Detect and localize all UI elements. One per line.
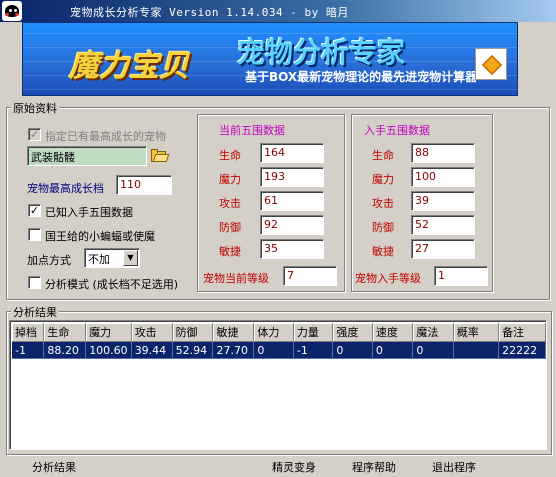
table-cell: 52.94 <box>172 341 214 359</box>
current-level-label: 宠物当前等级 <box>203 272 269 285</box>
analysis-mode-checkbox[interactable] <box>28 276 41 289</box>
column-header[interactable]: 防御 <box>172 323 214 342</box>
current-stats-title: 当前五围数据 <box>219 124 285 137</box>
table-cell: 0 <box>253 341 294 359</box>
add-point-label: 加点方式 <box>27 254 71 267</box>
current-stat-label: 攻击 <box>219 197 241 210</box>
game-logo: 魔力宝贝 <box>69 49 189 84</box>
current-stat-input[interactable]: 164 <box>260 143 324 163</box>
box-icon <box>475 48 507 80</box>
initial-stat-label: 攻击 <box>372 197 394 210</box>
column-header[interactable]: 体力 <box>253 323 294 342</box>
initial-stats-title: 入手五围数据 <box>364 124 430 137</box>
column-header[interactable]: 强度 <box>332 323 373 342</box>
initial-stat-label: 生命 <box>372 149 394 162</box>
add-point-value: 不加 <box>88 253 110 266</box>
king-bat-label: 国王给的小蝙蝠或使魔 <box>45 230 155 243</box>
initial-level-label: 宠物入手等级 <box>355 272 421 285</box>
current-stat-label: 防御 <box>219 221 241 234</box>
column-header[interactable]: 敏捷 <box>212 323 255 342</box>
menu-help[interactable]: 程序帮助 <box>352 459 396 475</box>
banner: 魔力宝贝 宠物分析专家 基于BOX最新宠物理论的最先进宠物计算器 <box>22 22 518 96</box>
initial-stat-label: 防御 <box>372 221 394 234</box>
initial-stat-input[interactable]: 39 <box>411 191 475 211</box>
column-header[interactable]: 概率 <box>453 323 500 342</box>
current-stat-label: 生命 <box>219 149 241 162</box>
column-header[interactable]: 掉档 <box>12 323 45 342</box>
menu-elf-transform[interactable]: 精灵变身 <box>272 459 316 475</box>
initial-stat-label: 敏捷 <box>372 245 394 258</box>
max-growth-label: 宠物最高成长档 <box>27 182 104 195</box>
specify-max-growth-label: 指定已有最高成长的宠物 <box>45 130 166 143</box>
original-data-group-label: 原始资料 <box>11 100 59 116</box>
current-stat-input[interactable]: 35 <box>260 239 324 259</box>
table-cell: 0 <box>372 341 414 359</box>
specify-max-growth-checkbox[interactable]: ✓ <box>28 128 41 141</box>
analysis-mode-label: 分析模式 (成长档不足选用) <box>45 278 179 291</box>
table-row[interactable]: -1 88.20 100.60 39.44 52.94 27.70 0 -1 0… <box>12 341 546 359</box>
folder-open-icon[interactable] <box>151 149 170 163</box>
table-cell: 22222 <box>498 341 546 359</box>
title-bar[interactable]: 宠物成长分析专家 Version 1.14.034 - by 暗月 <box>0 0 556 22</box>
results-header-row: 掉档 生命 魔力 攻击 防御 敏捷 体力 力量 强度 速度 魔法 概率 备注 <box>12 323 546 342</box>
column-header[interactable]: 备注 <box>498 323 546 342</box>
initial-stat-input[interactable]: 100 <box>411 167 475 187</box>
initial-level-input[interactable]: 1 <box>434 266 488 286</box>
app-icon <box>2 1 22 21</box>
column-header[interactable]: 魔力 <box>85 323 132 342</box>
pet-name-field[interactable]: 武装骷髅 <box>27 146 147 166</box>
known-stats-checkbox[interactable]: ✓ <box>28 204 41 217</box>
menu-exit[interactable]: 退出程序 <box>432 459 476 475</box>
initial-stat-input[interactable]: 27 <box>411 239 475 259</box>
table-cell: 100.60 <box>85 341 132 359</box>
table-cell <box>453 341 500 359</box>
king-bat-checkbox[interactable] <box>28 228 41 241</box>
slogan: 基于BOX最新宠物理论的最先进宠物计算器 <box>245 70 478 84</box>
current-stat-input[interactable]: 61 <box>260 191 324 211</box>
table-cell: 0 <box>332 341 373 359</box>
column-header[interactable]: 力量 <box>293 323 334 342</box>
results-grid[interactable]: 掉档 生命 魔力 攻击 防御 敏捷 体力 力量 强度 速度 魔法 概率 备注 -… <box>9 320 547 450</box>
table-cell: -1 <box>293 341 334 359</box>
add-point-select[interactable]: 不加 ▼ <box>84 248 140 268</box>
current-stat-label: 敏捷 <box>219 245 241 258</box>
column-header[interactable]: 攻击 <box>131 323 173 342</box>
current-stat-input[interactable]: 193 <box>260 167 324 187</box>
window-title: 宠物成长分析专家 Version 1.14.034 - by 暗月 <box>70 6 349 19</box>
current-level-input[interactable]: 7 <box>283 266 337 286</box>
product-name: 宠物分析专家 <box>237 36 406 69</box>
results-group-label: 分析结果 <box>11 304 59 320</box>
column-header[interactable]: 速度 <box>372 323 414 342</box>
table-cell: 88.20 <box>43 341 87 359</box>
table-cell: -1 <box>12 341 45 359</box>
table-cell: 0 <box>412 341 454 359</box>
current-stat-input[interactable]: 92 <box>260 215 324 235</box>
results-table: 掉档 生命 魔力 攻击 防御 敏捷 体力 力量 强度 速度 魔法 概率 备注 -… <box>12 323 546 359</box>
table-cell: 27.70 <box>212 341 255 359</box>
initial-stat-input[interactable]: 52 <box>411 215 475 235</box>
initial-stat-input[interactable]: 88 <box>411 143 475 163</box>
initial-stat-label: 魔力 <box>372 173 394 186</box>
dropdown-arrow-icon[interactable]: ▼ <box>123 250 138 266</box>
known-stats-label: 已知入手五围数据 <box>45 206 133 219</box>
current-stat-label: 魔力 <box>219 173 241 186</box>
column-header[interactable]: 魔法 <box>412 323 454 342</box>
max-growth-field[interactable]: 110 <box>116 175 172 195</box>
column-header[interactable]: 生命 <box>43 323 87 342</box>
menu-analysis[interactable]: 分析结果 <box>32 459 76 475</box>
table-cell: 39.44 <box>131 341 173 359</box>
